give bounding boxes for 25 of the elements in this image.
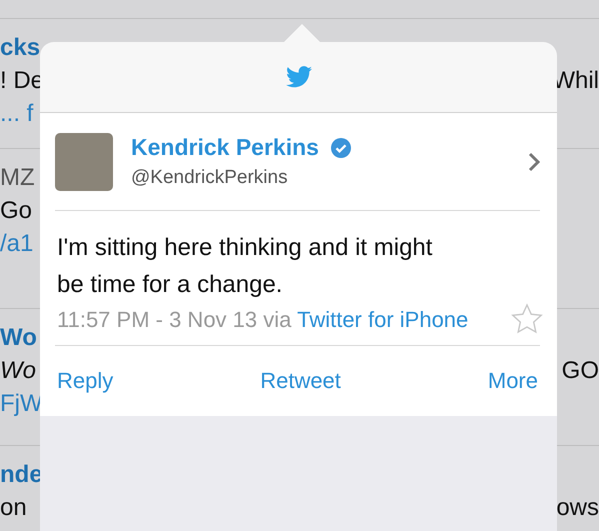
user-name: Kendrick Perkins [131, 134, 319, 161]
timeline-text-fragment: MZ [0, 163, 35, 193]
tweet-text: I'm sitting here thinking and it might be time for a change. [57, 233, 434, 300]
avatar-photo-placeholder [55, 132, 113, 190]
timeline-text-fragment: Wo [0, 356, 36, 386]
tweet-source-link[interactable]: Twitter for iPhone [297, 307, 468, 332]
timeline-text-fragment: ows [556, 493, 599, 523]
timeline-text-fragment: cks [0, 33, 40, 63]
timeline-text-fragment: on [0, 493, 27, 523]
timeline-text-fragment: Wo [0, 323, 37, 353]
chevron-icon [528, 152, 540, 172]
timeline-text-fragment: ... f [0, 99, 34, 129]
tweet-timestamp: 11:57 PM - 3 Nov 13 via [57, 307, 292, 332]
timeline-text-fragment: GO [562, 356, 599, 386]
timeline-text-fragment: nde [0, 460, 43, 490]
timeline-text-fragment: Go [0, 196, 32, 226]
bird-icon [286, 66, 312, 88]
user-handle: @KendrickPerkins [131, 167, 289, 189]
tweet-action-button[interactable]: Reply [55, 364, 116, 398]
star-icon[interactable] [511, 303, 543, 335]
tweet-action-button[interactable]: More [486, 364, 540, 398]
tweet-action-button[interactable]: Retweet [258, 364, 343, 398]
timeline-text-fragment: FjW [0, 389, 43, 419]
user-profile-row[interactable]: Kendrick Perkins @KendrickPerkins [55, 113, 540, 210]
timeline-text-fragment: /a1 [0, 229, 34, 259]
